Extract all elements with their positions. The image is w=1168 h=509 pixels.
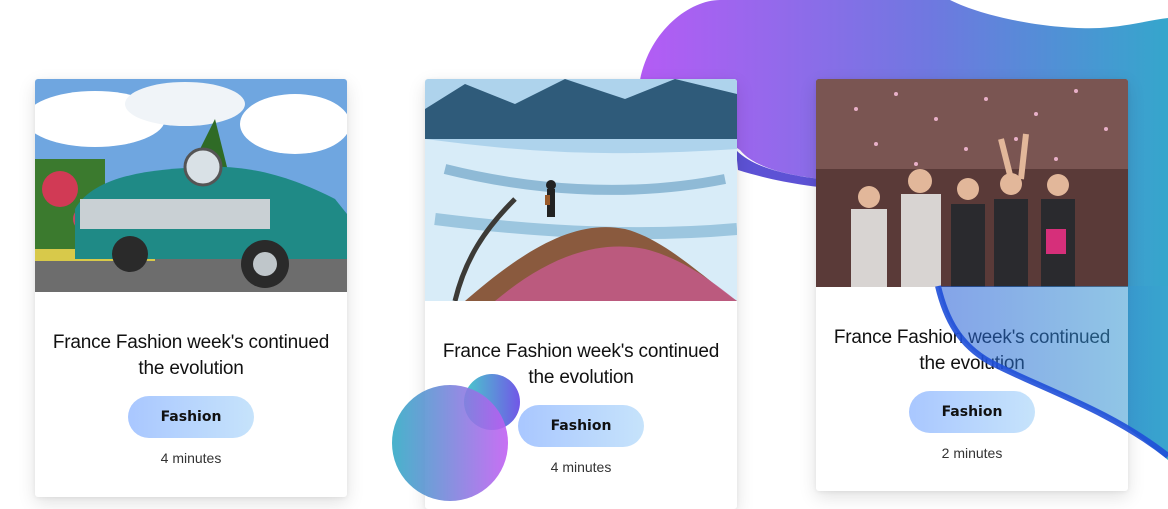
card-image-party-confetti[interactable] <box>816 79 1128 287</box>
read-time: 4 minutes <box>160 450 222 466</box>
read-time: 2 minutes <box>941 445 1003 461</box>
read-time: 4 minutes <box>550 459 612 475</box>
card-image-vintage-car[interactable] <box>35 79 347 292</box>
category-tag-button[interactable]: Fashion <box>909 391 1035 433</box>
article-card[interactable]: France Fashion week's continued the evol… <box>35 79 347 497</box>
card-title[interactable]: France Fashion week's continued the evol… <box>35 330 347 382</box>
card-image-glacier-hiker[interactable] <box>425 79 737 301</box>
article-card[interactable]: France Fashion week's continued the evol… <box>425 79 737 509</box>
category-tag-button[interactable]: Fashion <box>128 396 254 438</box>
card-title[interactable]: France Fashion week's continued the evol… <box>816 325 1128 377</box>
article-card[interactable]: France Fashion week's continued the evol… <box>816 79 1128 491</box>
category-tag-button[interactable]: Fashion <box>518 405 644 447</box>
card-title[interactable]: France Fashion week's continued the evol… <box>425 339 737 391</box>
